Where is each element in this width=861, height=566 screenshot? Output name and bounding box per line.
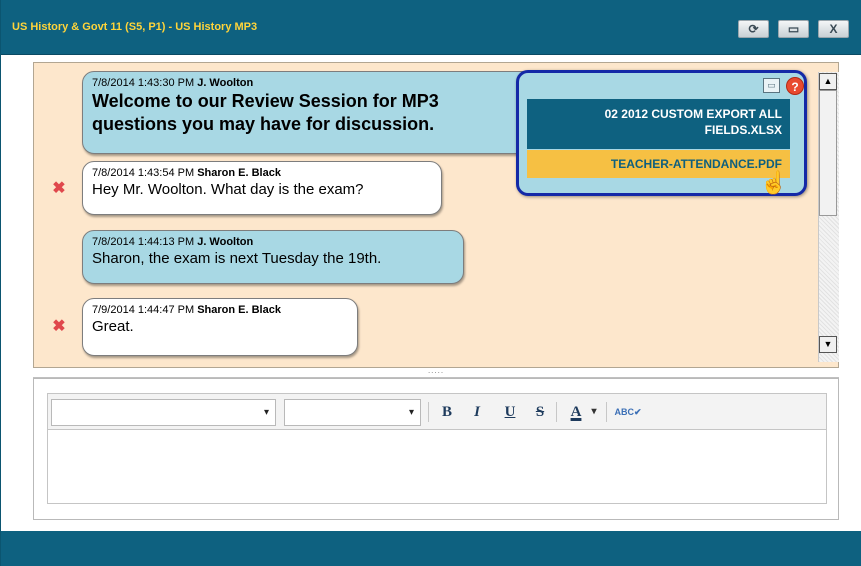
message-timestamp: 7/9/2014 1:44:47 PM xyxy=(92,304,195,316)
message-text: Sharon, the exam is next Tuesday the 19t… xyxy=(92,250,382,267)
close-icon: X xyxy=(829,22,838,36)
window-title: US History & Govt 11 (S5, P1) - US Histo… xyxy=(12,21,258,33)
message-timestamp: 7/8/2014 1:44:13 PM xyxy=(92,236,195,248)
message-meta: 7/8/2014 1:44:13 PM J. Woolton xyxy=(92,235,454,249)
message-author: J. Woolton xyxy=(197,236,254,248)
message-timestamp: 7/8/2014 1:43:30 PM xyxy=(92,77,195,89)
toolbar-divider xyxy=(556,402,557,422)
chevron-down-icon: ▾ xyxy=(408,407,414,418)
font-color-dropdown[interactable]: ▾ xyxy=(587,400,601,424)
title-bar: US History & Govt 11 (S5, P1) - US Histo… xyxy=(1,0,861,55)
toolbar-divider xyxy=(606,402,607,422)
refresh-icon: ⟳ xyxy=(748,22,759,36)
message-author: J. Woolton xyxy=(197,77,254,89)
message-editor: ▾ ▾ B I U S A ▾ ABC✔ xyxy=(33,378,839,520)
chevron-down-icon: ▾ xyxy=(263,407,269,418)
scroll-thumb[interactable] xyxy=(819,90,837,216)
bottom-bar xyxy=(1,531,861,566)
spellcheck-icon[interactable]: ABC✔ xyxy=(611,400,645,424)
attachment-link-pdf[interactable]: TEACHER-ATTENDANCE.PDF xyxy=(527,150,790,178)
chevron-down-icon: ▼ xyxy=(823,339,833,349)
scroll-up-button[interactable]: ▲ xyxy=(819,73,837,90)
bold-button[interactable]: B xyxy=(436,400,458,424)
close-button[interactable]: X xyxy=(818,20,849,38)
message-text: Great. xyxy=(92,318,134,335)
refresh-button[interactable]: ⟳ xyxy=(738,20,769,38)
delete-message-icon[interactable]: ✖ xyxy=(49,317,69,337)
maximize-icon: ▭ xyxy=(787,22,800,36)
message-author: Sharon E. Black xyxy=(197,167,281,179)
font-family-select[interactable]: ▾ xyxy=(51,399,276,426)
strikethrough-button[interactable]: S xyxy=(529,400,551,424)
message-author: Sharon E. Black xyxy=(197,304,281,316)
formatting-toolbar: ▾ ▾ B I U S A ▾ ABC✔ xyxy=(47,393,827,430)
message-meta: 7/8/2014 1:43:54 PM Sharon E. Black xyxy=(92,166,432,180)
pane-splitter[interactable]: ..... xyxy=(33,367,839,378)
underline-button[interactable]: U xyxy=(499,400,521,424)
message-meta: 7/9/2014 1:44:47 PM Sharon E. Black xyxy=(92,303,348,317)
font-color-button[interactable]: A xyxy=(565,400,587,424)
document-icon[interactable]: ▭ xyxy=(763,78,780,93)
message-meta: 7/8/2014 1:43:30 PM J. Woolton xyxy=(92,76,532,90)
toolbar-divider xyxy=(428,402,429,422)
message-text: questions you may have for discussion. xyxy=(92,114,435,134)
message-bubble-student: 7/8/2014 1:43:54 PM Sharon E. Black Hey … xyxy=(82,161,442,215)
hand-pointer-icon: ☝ xyxy=(760,170,788,195)
maximize-button[interactable]: ▭ xyxy=(778,20,809,38)
message-text: Welcome to our Review Session for MP3 xyxy=(92,91,439,111)
message-bubble-teacher: 7/8/2014 1:43:30 PM J. Woolton Welcome t… xyxy=(82,71,542,154)
font-size-select[interactable]: ▾ xyxy=(284,399,421,426)
delete-message-icon[interactable]: ✖ xyxy=(49,179,69,199)
message-bubble-teacher: 7/8/2014 1:44:13 PM J. Woolton Sharon, t… xyxy=(82,230,464,284)
chat-window: US History & Govt 11 (S5, P1) - US Histo… xyxy=(0,0,861,566)
italic-button[interactable]: I xyxy=(466,400,488,424)
chevron-up-icon: ▲ xyxy=(823,76,833,86)
message-text: Hey Mr. Woolton. What day is the exam? xyxy=(92,181,364,198)
scroll-down-button[interactable]: ▼ xyxy=(819,336,837,353)
message-input[interactable] xyxy=(47,430,827,504)
help-icon[interactable]: ? xyxy=(786,77,804,95)
message-timestamp: 7/8/2014 1:43:54 PM xyxy=(92,167,195,179)
attachment-link-xlsx[interactable]: 02 2012 CUSTOM EXPORT ALL FIELDS.XLSX xyxy=(527,99,790,149)
message-bubble-student: 7/9/2014 1:44:47 PM Sharon E. Black Grea… xyxy=(82,298,358,356)
